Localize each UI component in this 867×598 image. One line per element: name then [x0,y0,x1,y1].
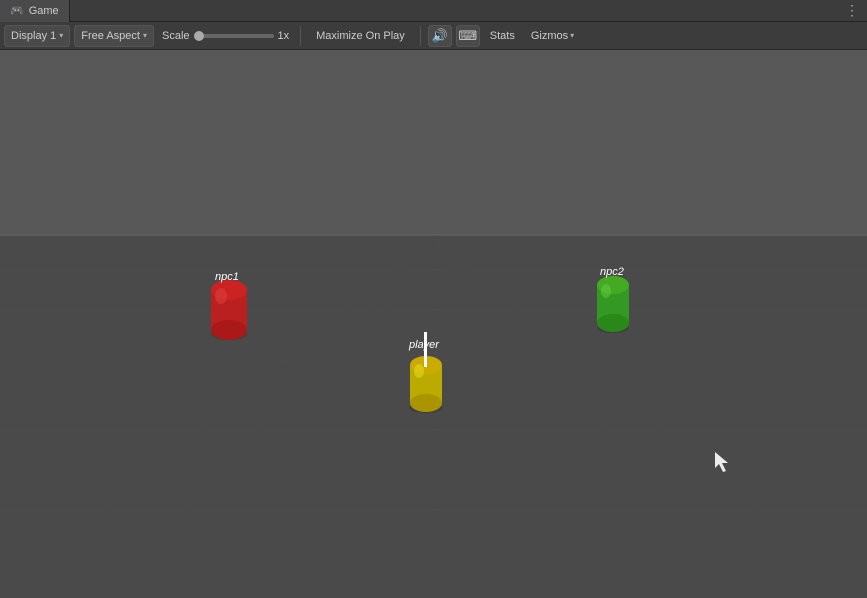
keyboard-icon: ⌨ [458,28,477,44]
svg-text:player: player [408,339,440,351]
display-dropdown-arrow: ▾ [59,31,63,40]
scale-slider[interactable] [194,34,274,38]
separator-1 [300,26,301,46]
stats-button[interactable]: Stats [484,25,521,47]
aspect-label: Free Aspect [81,30,140,42]
scale-label: Scale [162,30,190,42]
stats-label: Stats [490,30,515,42]
scale-slider-thumb [194,31,204,41]
tab-label: Game [29,5,59,17]
scale-value: 1x [278,30,290,42]
aspect-dropdown-arrow: ▾ [143,31,147,40]
toolbar: Display 1 ▾ Free Aspect ▾ Scale 1x Maxim… [0,22,867,50]
tab-menu-dots[interactable]: ⋮ [845,2,867,19]
separator-2 [420,26,421,46]
game-tab[interactable]: 🎮 Game [0,0,70,22]
display-label: Display 1 [11,30,56,42]
game-viewport[interactable]: npc1 npc2 player [0,50,867,598]
scale-section: Scale 1x [158,30,293,42]
tab-bar: 🎮 Game ⋮ [0,0,867,22]
audio-button[interactable]: 🔊 [428,25,452,47]
scene-svg: npc1 npc2 player [0,50,867,598]
svg-text:npc1: npc1 [215,271,239,283]
aspect-dropdown[interactable]: Free Aspect ▾ [74,25,154,47]
gizmos-arrow: ▾ [570,31,574,40]
keyboard-button[interactable]: ⌨ [456,25,480,47]
audio-icon: 🔊 [432,28,448,44]
game-icon: 🎮 [10,4,24,17]
maximize-label: Maximize On Play [316,30,405,42]
maximize-on-play-button[interactable]: Maximize On Play [308,25,413,47]
gizmos-label: Gizmos [531,30,568,42]
svg-text:npc2: npc2 [600,266,624,278]
display-dropdown[interactable]: Display 1 ▾ [4,25,70,47]
gizmos-button[interactable]: Gizmos ▾ [525,25,580,47]
